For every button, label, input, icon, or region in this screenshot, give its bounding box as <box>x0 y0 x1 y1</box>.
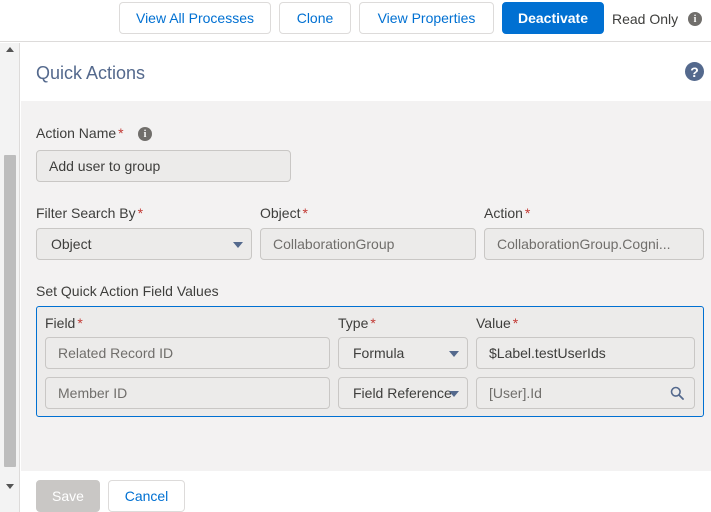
chevron-down-icon <box>449 391 459 397</box>
column-header-field-text: Field <box>45 315 76 331</box>
chevron-down-icon <box>233 242 243 248</box>
info-icon[interactable]: i <box>688 12 702 26</box>
action-name-info-icon[interactable]: i <box>138 127 152 141</box>
panel-footer: Save Cancel <box>21 471 711 512</box>
view-properties-button[interactable]: View Properties <box>359 2 494 34</box>
action-label-text: Action <box>484 205 523 221</box>
required-marker: * <box>370 315 376 331</box>
required-marker: * <box>137 205 144 221</box>
object-field[interactable]: CollaborationGroup <box>260 228 476 260</box>
column-header-value-text: Value <box>476 315 511 331</box>
filter-search-by-label-text: Filter Search By <box>36 205 136 221</box>
vertical-scrollbar[interactable] <box>0 43 20 512</box>
help-icon[interactable]: ? <box>685 62 704 81</box>
scroll-up-icon[interactable] <box>6 47 14 52</box>
read-only-label: Read Only <box>612 11 679 27</box>
column-header-type-text: Type <box>338 315 369 331</box>
filter-search-by-select[interactable]: Object <box>36 228 252 260</box>
filter-search-by-label: Filter Search By * <box>36 205 143 221</box>
action-name-label-text: Action Name <box>36 125 117 141</box>
quick-action-form: Action Name * i Add user to group Filter … <box>21 101 711 471</box>
clone-button[interactable]: Clone <box>279 2 351 34</box>
table-row-type-value: Formula <box>353 345 405 361</box>
table-row-field[interactable]: Related Record ID <box>45 337 330 369</box>
top-toolbar: View All Processes Clone View Properties… <box>0 0 711 42</box>
column-header-type: Type * <box>338 315 376 331</box>
panel-header: Quick Actions ? <box>21 43 711 101</box>
scroll-thumb[interactable] <box>4 155 16 467</box>
search-icon[interactable] <box>670 386 684 400</box>
table-row-value-input[interactable]: $Label.testUserIds <box>476 337 695 369</box>
table-row-value-input[interactable]: [User].Id <box>476 377 695 409</box>
cancel-button[interactable]: Cancel <box>108 480 185 512</box>
field-values-label: Set Quick Action Field Values <box>36 283 219 299</box>
required-marker: * <box>77 315 83 331</box>
table-row-type-select[interactable]: Field Reference <box>338 377 468 409</box>
action-name-field[interactable]: Add user to group <box>36 150 291 182</box>
table-row-value-text: [User].Id <box>489 385 542 401</box>
action-label: Action * <box>484 205 530 221</box>
table-row-type-value: Field Reference <box>353 385 452 401</box>
filter-search-by-value: Object <box>51 236 92 252</box>
column-header-value: Value * <box>476 315 518 331</box>
deactivate-button[interactable]: Deactivate <box>502 2 604 34</box>
chevron-down-icon <box>449 351 459 357</box>
action-name-label: Action Name * <box>36 125 124 141</box>
page-title: Quick Actions <box>36 63 146 83</box>
field-values-table: Field * Type * Value * Related Record ID Fo… <box>36 306 704 417</box>
table-row-type-select[interactable]: Formula <box>338 337 468 369</box>
save-button[interactable]: Save <box>36 480 100 512</box>
required-marker: * <box>524 205 531 221</box>
column-header-field: Field * <box>45 315 83 331</box>
table-row-field[interactable]: Member ID <box>45 377 330 409</box>
action-field[interactable]: CollaborationGroup.Cogni... <box>484 228 704 260</box>
required-marker: * <box>302 205 308 221</box>
required-marker: * <box>118 125 124 141</box>
required-marker: * <box>512 315 519 331</box>
object-label-text: Object <box>260 205 301 221</box>
object-label: Object * <box>260 205 308 221</box>
scroll-down-icon[interactable] <box>6 484 14 489</box>
view-all-processes-button[interactable]: View All Processes <box>119 2 271 34</box>
